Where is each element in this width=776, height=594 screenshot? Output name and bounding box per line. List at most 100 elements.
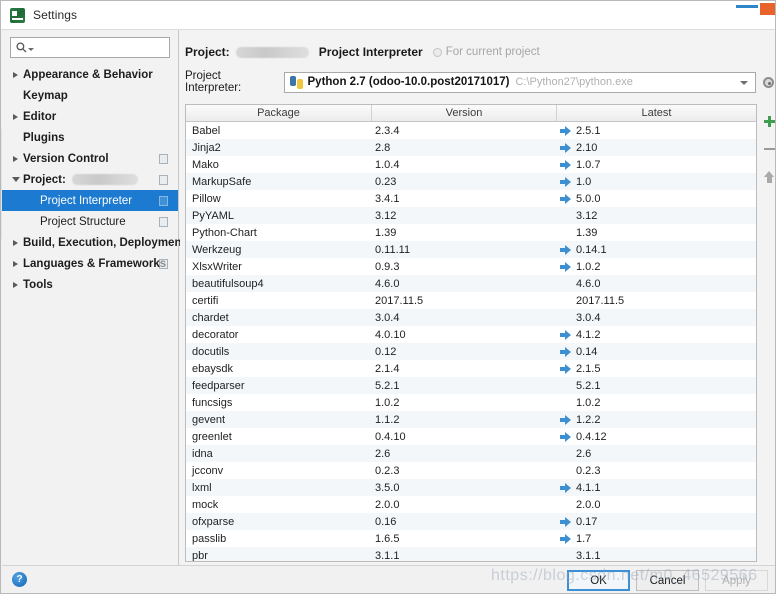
interpreter-select[interactable]: Python 2.7 (odoo-10.0.post20171017) C:\P… <box>283 71 756 93</box>
sidebar-item-tools[interactable]: Tools <box>2 274 178 295</box>
table-row[interactable]: pbr 3.1.1 3.1.1 <box>186 547 756 561</box>
sidebar-item-build-execution-deployment[interactable]: Build, Execution, Deployment <box>2 232 185 253</box>
table-row[interactable]: Babel 2.3.4 2.5.1 <box>186 122 756 139</box>
chevron-right-icon[interactable] <box>10 113 21 120</box>
sidebar-item-editor[interactable]: Editor <box>2 106 178 127</box>
window-controls[interactable] <box>736 1 775 30</box>
table-row[interactable]: mock 2.0.0 2.0.0 <box>186 496 756 513</box>
sidebar-item-project[interactable]: Project: <box>2 169 178 190</box>
cell-package: feedparser <box>192 379 245 392</box>
chevron-right-icon[interactable] <box>10 71 21 78</box>
install-package-button[interactable] <box>760 110 775 132</box>
cell-latest: 4.6.0 <box>556 275 756 292</box>
uninstall-package-button[interactable] <box>760 138 775 160</box>
cell-latest: 4.1.1 <box>556 479 756 496</box>
close-icon[interactable] <box>760 3 775 15</box>
table-row[interactable]: passlib 1.6.5 1.7 <box>186 530 756 547</box>
copy-settings-icon[interactable] <box>158 174 168 185</box>
table-row[interactable]: certifi 2017.11.5 2017.11.5 <box>186 292 756 309</box>
main-panel: Project: Project Interpreter For current… <box>180 30 775 565</box>
minimize-icon[interactable] <box>736 5 758 8</box>
table-row[interactable]: funcsigs 1.0.2 1.0.2 <box>186 394 756 411</box>
ok-button[interactable]: OK <box>567 570 630 591</box>
sidebar-item-languages-frameworks[interactable]: Languages & Frameworks <box>2 253 178 274</box>
sidebar-item-plugins[interactable]: Plugins <box>2 127 178 148</box>
table-row[interactable]: XlsxWriter 0.9.3 1.0.2 <box>186 258 756 275</box>
copy-settings-icon[interactable] <box>158 216 168 227</box>
copy-settings-icon[interactable] <box>158 195 168 206</box>
table-row[interactable]: idna 2.6 2.6 <box>186 445 756 462</box>
table-row[interactable]: jcconv 0.2.3 0.2.3 <box>186 462 756 479</box>
chevron-down-icon[interactable] <box>10 177 21 182</box>
cell-latest: 1.0.2 <box>556 258 756 275</box>
title-bar: Settings <box>1 1 775 30</box>
settings-dialog: Settings Appearance & Behavior Keymap Edit… <box>0 0 776 594</box>
table-row[interactable]: Jinja2 2.8 2.10 <box>186 139 756 156</box>
table-row[interactable]: ofxparse 0.16 0.17 <box>186 513 756 530</box>
table-row[interactable]: ebaysdk 2.1.4 2.1.5 <box>186 360 756 377</box>
dialog-buttons: OK Cancel Apply <box>561 570 768 591</box>
latest-version-text: 2.5.1 <box>576 124 601 137</box>
search-box[interactable] <box>10 37 181 58</box>
sidebar-item-label: Build, Execution, Deployment <box>23 236 186 249</box>
table-row[interactable]: lxml 3.5.0 4.1.1 <box>186 479 756 496</box>
interpreter-settings-button[interactable] <box>761 73 775 91</box>
table-row[interactable]: docutils 0.12 0.14 <box>186 343 756 360</box>
cell-latest: 2.10 <box>556 139 756 156</box>
latest-version-text: 1.0.7 <box>576 158 601 171</box>
search-input[interactable] <box>34 39 181 56</box>
cell-package: Pillow <box>192 192 221 205</box>
table-row[interactable]: beautifulsoup4 4.6.0 4.6.0 <box>186 275 756 292</box>
chevron-right-icon[interactable] <box>10 239 21 246</box>
table-row[interactable]: PyYAML 3.12 3.12 <box>186 207 756 224</box>
table-row[interactable]: Pillow 3.4.1 5.0.0 <box>186 190 756 207</box>
cell-package: Werkzeug <box>192 243 242 256</box>
cell-package: certifi <box>192 294 219 307</box>
upgrade-available-icon <box>560 363 572 374</box>
table-row[interactable]: feedparser 5.2.1 5.2.1 <box>186 377 756 394</box>
sidebar-item-keymap[interactable]: Keymap <box>2 85 178 106</box>
cell-latest: 0.2.3 <box>556 462 756 479</box>
table-row[interactable]: greenlet 0.4.10 0.4.12 <box>186 428 756 445</box>
latest-version-text: 0.14.1 <box>576 243 607 256</box>
chevron-down-icon[interactable] <box>739 80 748 85</box>
table-row[interactable]: decorator 4.0.10 4.1.2 <box>186 326 756 343</box>
cell-latest: 0.4.12 <box>556 428 756 445</box>
cell-version: 4.6.0 <box>375 277 400 290</box>
upgrade-available-icon <box>560 176 572 187</box>
sidebar-item-project-structure[interactable]: Project Structure <box>2 211 178 232</box>
upgrade-available-icon <box>560 431 572 442</box>
table-row[interactable]: gevent 1.1.2 1.2.2 <box>186 411 756 428</box>
table-row[interactable]: Werkzeug 0.11.11 0.14.1 <box>186 241 756 258</box>
latest-version-text: 2017.11.5 <box>576 294 625 307</box>
sidebar-item-appearance-behavior[interactable]: Appearance & Behavior <box>2 64 178 85</box>
cell-latest: 4.1.2 <box>556 326 756 343</box>
table-row[interactable]: chardet 3.0.4 3.0.4 <box>186 309 756 326</box>
copy-settings-icon[interactable] <box>158 153 168 164</box>
cell-version: 3.4.1 <box>375 192 400 205</box>
table-row[interactable]: MarkupSafe 0.23 1.0 <box>186 173 756 190</box>
cell-package: passlib <box>192 532 227 545</box>
chevron-right-icon[interactable] <box>10 281 21 288</box>
packages-table: Package Version Latest Babel 2.3.4 2.5.1 Ji… <box>185 104 757 562</box>
column-header-version[interactable]: Version <box>371 105 556 121</box>
cell-version: 2.6 <box>375 447 391 460</box>
chevron-right-icon[interactable] <box>10 260 21 267</box>
sidebar-item-project-interpreter[interactable]: Project Interpreter <box>2 190 178 211</box>
help-button[interactable]: ? <box>12 572 27 587</box>
scope-note: For current project <box>432 46 540 58</box>
latest-version-text: 5.2.1 <box>576 379 601 392</box>
column-header-latest[interactable]: Latest <box>556 105 756 121</box>
cell-package: funcsigs <box>192 396 233 409</box>
chevron-right-icon[interactable] <box>10 155 21 162</box>
sidebar-item-version-control[interactable]: Version Control <box>2 148 178 169</box>
table-row[interactable]: Python-Chart 1.39 1.39 <box>186 224 756 241</box>
table-row[interactable]: Mako 1.0.4 1.0.7 <box>186 156 756 173</box>
upgrade-available-icon <box>560 516 572 527</box>
cancel-button[interactable]: Cancel <box>636 570 699 591</box>
upgrade-package-button[interactable] <box>760 166 775 188</box>
latest-version-text: 0.17 <box>576 515 598 528</box>
cell-latest: 2017.11.5 <box>556 292 756 309</box>
copy-settings-icon[interactable] <box>158 258 168 269</box>
column-header-package[interactable]: Package <box>186 105 371 121</box>
